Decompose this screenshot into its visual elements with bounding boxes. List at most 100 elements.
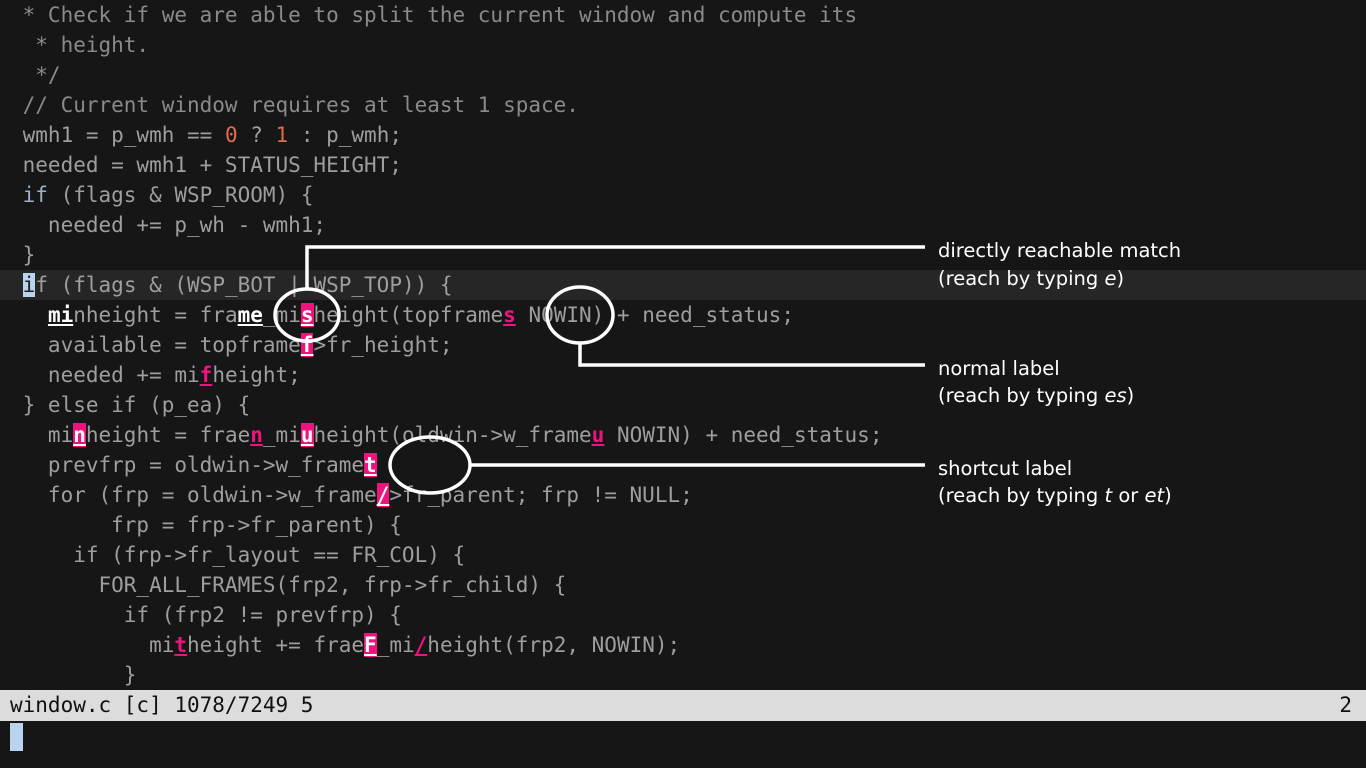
code-span: mi xyxy=(10,633,175,657)
code-span: _mi xyxy=(262,303,301,327)
code-span: wmh1 = p_wmh == xyxy=(10,123,225,147)
code-span: } xyxy=(10,243,36,267)
code-span: height; xyxy=(212,363,301,387)
code-span: F xyxy=(364,633,377,657)
code-span: height(frp2, NOWIN); xyxy=(427,633,681,657)
code-line[interactable]: if (frp2 != prevfrp) { xyxy=(0,600,1366,630)
code-span: mi xyxy=(47,303,74,327)
code-span: s xyxy=(503,303,516,327)
command-line-cursor xyxy=(10,723,23,751)
code-span: needed += p_wh - wmh1; xyxy=(10,213,327,237)
code-span: >fr_parent; frp != NULL; xyxy=(389,483,693,507)
code-span: // Current window requires at least 1 sp… xyxy=(10,93,579,117)
annotation-sub-prefix: (reach by typing xyxy=(938,384,1105,407)
code-span xyxy=(10,273,23,297)
code-span: _mi xyxy=(376,633,415,657)
code-span: f (flags & (WSP_BOT | WSP_TOP)) { xyxy=(35,273,453,297)
code-span xyxy=(10,303,48,327)
code-span: / xyxy=(414,633,428,657)
vim-screenshot: * Check if we are able to split the curr… xyxy=(0,0,1366,768)
code-span: FOR_ALL_FRAMES(frp2, frp->fr_child) { xyxy=(10,573,567,597)
code-span: n xyxy=(73,423,86,447)
code-line[interactable]: mitheight += fraeF_mi/height(frp2, NOWIN… xyxy=(0,630,1366,660)
code-line[interactable]: needed += p_wh - wmh1; xyxy=(0,210,1366,240)
code-line[interactable]: } else if (p_ea) { xyxy=(0,390,1366,420)
status-line: window.c [c] 1078/7249 5 2 xyxy=(0,690,1366,721)
code-span: if (frp->fr_layout == FR_COL) { xyxy=(10,543,466,567)
code-span: _mi xyxy=(262,423,301,447)
code-line[interactable]: needed = wmh1 + STATUS_HEIGHT; xyxy=(0,150,1366,180)
code-span: needed = wmh1 + STATUS_HEIGHT; xyxy=(10,153,402,177)
code-span: height += frae xyxy=(187,633,365,657)
code-span: height = frae xyxy=(85,423,251,447)
code-line[interactable]: if (flags & WSP_ROOM) { xyxy=(0,180,1366,210)
annotation-sub-suffix: ) xyxy=(1126,384,1135,407)
code-line[interactable]: minheight = frame_misheight(topframes NO… xyxy=(0,300,1366,330)
code-span: 0 xyxy=(224,123,238,147)
code-span: (flags & WSP_ROOM) { xyxy=(47,183,314,207)
code-span: NOWIN) + need_status; xyxy=(604,423,883,447)
code-line[interactable]: if (frp->fr_layout == FR_COL) { xyxy=(0,540,1366,570)
code-span: me xyxy=(237,303,263,327)
code-line[interactable]: } xyxy=(0,660,1366,690)
code-span: */ xyxy=(10,63,61,87)
code-span: f xyxy=(300,333,314,357)
code-line[interactable]: available = topframef>fr_height; xyxy=(0,330,1366,360)
code-span: * height. xyxy=(10,33,150,57)
code-line[interactable]: */ xyxy=(0,60,1366,90)
status-line-right: 2 xyxy=(1339,693,1352,717)
annotation-sub-prefix: (reach by typing xyxy=(938,484,1105,507)
code-span: nheight = fra xyxy=(73,303,238,327)
code-span: for (frp = oldwin->w_frame xyxy=(10,483,377,507)
code-span: u xyxy=(591,423,605,447)
code-span: f xyxy=(199,363,213,387)
code-span: u xyxy=(300,423,314,447)
annotation-sub-mid: or xyxy=(1112,484,1145,507)
code-span: t xyxy=(174,633,188,657)
annotation-sub-shortcut-label: (reach by typing t or et) xyxy=(938,484,1172,507)
code-span: t xyxy=(364,453,377,477)
code-span: i xyxy=(22,273,36,297)
code-span: if (frp2 != prevfrp) { xyxy=(10,603,402,627)
status-line-left: window.c [c] 1078/7249 5 xyxy=(10,693,314,717)
code-line[interactable]: needed += mifheight; xyxy=(0,360,1366,390)
code-span: n xyxy=(250,423,263,447)
code-span: : p_wmh; xyxy=(288,123,402,147)
code-span xyxy=(10,183,23,207)
editor-text-area[interactable]: * Check if we are able to split the curr… xyxy=(0,0,1366,690)
annotation-title-directly-reachable-match: directly reachable match xyxy=(938,239,1182,262)
code-span: } else if (p_ea) { xyxy=(10,393,251,417)
code-span: s xyxy=(300,303,314,327)
code-line[interactable]: * Check if we are able to split the curr… xyxy=(0,0,1366,30)
annotation-sub-directly-reachable-match: (reach by typing e) xyxy=(938,267,1124,290)
annotation-sub-prefix: (reach by typing xyxy=(938,267,1105,290)
annotation-sub-key2: et xyxy=(1144,484,1165,507)
code-line[interactable]: frp = frp->fr_parent) { xyxy=(0,510,1366,540)
code-span: if xyxy=(22,183,48,207)
command-line[interactable] xyxy=(0,721,1366,768)
code-line[interactable]: if (flags & (WSP_BOT | WSP_TOP)) { xyxy=(0,270,1366,300)
annotation-title-shortcut-label: shortcut label xyxy=(938,457,1073,480)
code-line[interactable]: // Current window requires at least 1 sp… xyxy=(0,90,1366,120)
code-line[interactable]: * height. xyxy=(0,30,1366,60)
annotation-sub-key: es xyxy=(1104,384,1127,407)
annotation-sub-suffix: ) xyxy=(1164,484,1172,507)
code-line[interactable]: FOR_ALL_FRAMES(frp2, frp->fr_child) { xyxy=(0,570,1366,600)
annotation-title-normal-label: normal label xyxy=(938,357,1060,380)
code-span: * Check if we are able to split the curr… xyxy=(10,3,858,27)
code-span: prevfrp = oldwin->w_frame xyxy=(10,453,365,477)
code-line[interactable]: minheight = fraen_miuheight(oldwin->w_fr… xyxy=(0,420,1366,450)
annotation-sub-suffix: ) xyxy=(1116,267,1125,290)
code-line[interactable]: wmh1 = p_wmh == 0 ? 1 : p_wmh; xyxy=(0,120,1366,150)
code-span: ? xyxy=(237,123,276,147)
code-span: height(topframe xyxy=(313,303,504,327)
code-span: frp = frp->fr_parent) { xyxy=(10,513,402,537)
code-span: available = topframe xyxy=(10,333,301,357)
code-line[interactable]: prevfrp = oldwin->w_framet xyxy=(0,450,1366,480)
annotation-sub-normal-label: (reach by typing es) xyxy=(938,384,1134,407)
code-span: >fr_height; xyxy=(313,333,453,357)
code-span: NOWIN) + need_status; xyxy=(515,303,794,327)
code-span: } xyxy=(10,663,137,687)
code-span: mi xyxy=(10,423,74,447)
annotation-sub-key: e xyxy=(1104,267,1117,290)
